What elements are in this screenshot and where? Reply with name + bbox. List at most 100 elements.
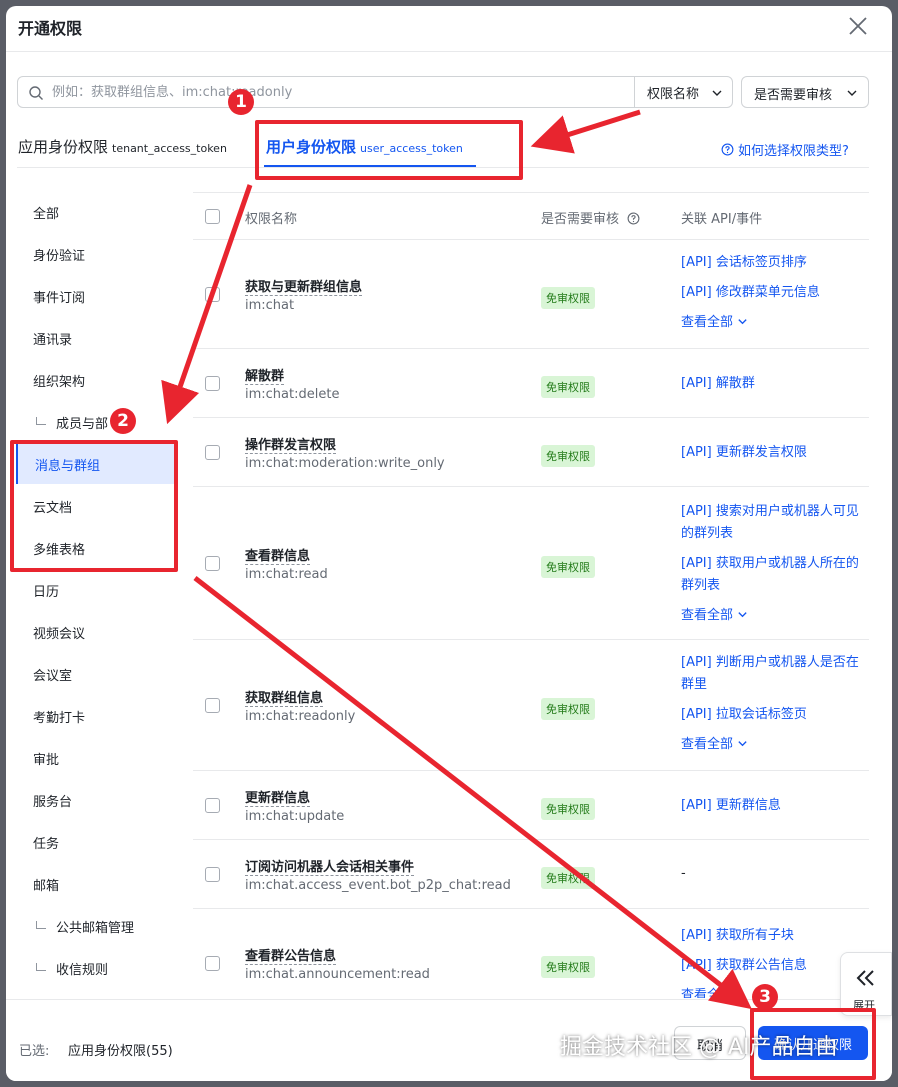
chevron-down-icon bbox=[738, 741, 747, 747]
sidebar-item-events[interactable]: 事件订阅 bbox=[16, 276, 176, 316]
sidebar-item-mail-rules[interactable]: 收信规则 bbox=[16, 948, 176, 988]
api-link[interactable]: [API] 更新群发言权限 bbox=[681, 442, 863, 464]
permission-title-text: 获取与更新群组信息 bbox=[245, 280, 363, 296]
row-checkbox[interactable] bbox=[205, 287, 220, 302]
row-checkbox[interactable] bbox=[205, 956, 220, 971]
chevron-down-icon bbox=[738, 319, 747, 325]
sidebar-item-public-mailbox[interactable]: 公共邮箱管理 bbox=[16, 906, 176, 946]
review-filter-label: 是否需要审核 bbox=[754, 88, 833, 103]
permission-code: im:chat:update bbox=[245, 809, 345, 824]
permission-title-text: 查看群信息 bbox=[245, 549, 311, 565]
permission-dialog: 开通权限 权限名称 是否需要审核 应用身份权限tenant_access_tok… bbox=[6, 6, 892, 1081]
sidebar-item-label: 事件订阅 bbox=[33, 291, 86, 306]
permission-code: im:chat.announcement:read bbox=[245, 967, 430, 982]
view-all-link[interactable]: 查看全部 bbox=[681, 605, 863, 627]
sidebar-item-label: 身份验证 bbox=[33, 249, 86, 264]
api-link[interactable]: [API] 拉取会话标签页 bbox=[681, 704, 863, 726]
api-link[interactable]: [API] 判断用户或机器人是否在群里 bbox=[681, 652, 863, 696]
sidebar-item-all[interactable]: 全部 bbox=[16, 192, 176, 232]
sidebar-item-bitable[interactable]: 多维表格 bbox=[16, 528, 176, 568]
help-icon bbox=[721, 143, 734, 156]
review-free-badge: 免审权限 bbox=[541, 867, 595, 889]
sidebar-item-calendar[interactable]: 日历 bbox=[16, 570, 176, 610]
chevron-down-icon bbox=[847, 90, 857, 96]
api-link[interactable]: [API] 会话标签页排序 bbox=[681, 252, 863, 274]
row-checkbox[interactable] bbox=[205, 867, 220, 882]
permission-title-text: 查看群公告信息 bbox=[245, 949, 337, 965]
sidebar-item-helpdesk[interactable]: 服务台 bbox=[16, 780, 176, 820]
sidebar-item-org[interactable]: 组织架构 bbox=[16, 360, 176, 400]
search-input[interactable] bbox=[52, 77, 632, 107]
tree-branch-icon bbox=[36, 417, 46, 425]
view-all-link[interactable]: 查看全部 bbox=[681, 734, 863, 756]
sidebar-item-label: 会议室 bbox=[33, 669, 73, 684]
annotation-number-2: 2 bbox=[110, 408, 136, 434]
perm-name-filter-label: 权限名称 bbox=[647, 87, 700, 102]
tabs-divider bbox=[17, 167, 869, 168]
review-free-badge: 免审权限 bbox=[541, 445, 595, 467]
sidebar-item-messages[interactable]: 消息与群组 bbox=[16, 444, 176, 484]
table-row: 获取群组信息 im:chat:readonly 免审权限 [API] 判断用户或… bbox=[193, 640, 869, 771]
annotation-number-3: 3 bbox=[752, 984, 778, 1010]
sidebar-item-docs[interactable]: 云文档 bbox=[16, 486, 176, 526]
dialog-header: 开通权限 bbox=[6, 6, 892, 52]
api-link[interactable]: [API] 解散群 bbox=[681, 373, 863, 395]
permission-title: 订阅访问机器人会话相关事件 bbox=[245, 856, 415, 876]
header-review: 是否需要审核 bbox=[541, 208, 640, 227]
review-filter[interactable]: 是否需要审核 bbox=[741, 76, 869, 108]
api-link[interactable]: [API] 获取所有子块 bbox=[681, 925, 863, 947]
table-row: 查看群信息 im:chat:read 免审权限 [API] 搜索对用户或机器人可… bbox=[193, 487, 869, 640]
selected-count[interactable]: 应用身份权限(55) bbox=[68, 1040, 173, 1059]
expand-panel-tab[interactable]: 展开 bbox=[840, 952, 892, 1016]
select-all-checkbox[interactable] bbox=[205, 209, 220, 224]
permission-title-text: 订阅访问机器人会话相关事件 bbox=[245, 860, 415, 876]
view-all-link[interactable]: 查看全部 bbox=[681, 312, 863, 334]
perm-name-filter[interactable]: 权限名称 bbox=[634, 77, 734, 107]
tab-tenant-access[interactable]: 应用身份权限 tenant_access_token bbox=[18, 136, 227, 157]
sidebar-item-tasks[interactable]: 任务 bbox=[16, 822, 176, 862]
api-link[interactable]: [API] 更新群信息 bbox=[681, 795, 863, 817]
row-checkbox[interactable] bbox=[205, 376, 220, 391]
tab-tenant-token: tenant_access_token bbox=[112, 142, 227, 155]
permission-code: im:chat.access_event.bot_p2p_chat:read bbox=[245, 878, 511, 893]
selected-label: 已选: bbox=[19, 1044, 50, 1059]
tree-branch-icon bbox=[36, 963, 46, 971]
row-checkbox[interactable] bbox=[205, 798, 220, 813]
sidebar-item-label: 消息与群组 bbox=[35, 459, 101, 474]
permission-title: 解散群 bbox=[245, 365, 285, 385]
close-icon[interactable] bbox=[846, 14, 870, 38]
info-icon[interactable] bbox=[627, 212, 640, 225]
row-checkbox[interactable] bbox=[205, 698, 220, 713]
sidebar-item-mail[interactable]: 邮箱 bbox=[16, 864, 176, 904]
sidebar-item-attendance[interactable]: 考勤打卡 bbox=[16, 696, 176, 736]
api-link[interactable]: [API] 搜索对用户或机器人可见的群列表 bbox=[681, 501, 863, 545]
permission-type-tabs: 应用身份权限 tenant_access_token 用户身份权限 user_acc… bbox=[6, 110, 892, 168]
row-checkbox[interactable] bbox=[205, 556, 220, 571]
tab-user-label: 用户身份权限 bbox=[266, 138, 357, 156]
header-name: 权限名称 bbox=[245, 212, 298, 227]
api-link[interactable]: [API] 获取群公告信息 bbox=[681, 955, 863, 977]
tab-user-access[interactable]: 用户身份权限 user_access_token bbox=[266, 136, 463, 157]
sidebar-item-approval[interactable]: 审批 bbox=[16, 738, 176, 778]
sidebar-item-auth[interactable]: 身份验证 bbox=[16, 234, 176, 274]
sidebar-item-label: 审批 bbox=[33, 753, 60, 768]
api-link[interactable]: [API] 获取用户或机器人所在的群列表 bbox=[681, 553, 863, 597]
sidebar-item-rooms[interactable]: 会议室 bbox=[16, 654, 176, 694]
sidebar-item-label: 全部 bbox=[33, 207, 60, 222]
sidebar-item-label: 多维表格 bbox=[33, 543, 86, 558]
sidebar-item-label: 云文档 bbox=[33, 501, 73, 516]
tab-user-token: user_access_token bbox=[360, 142, 463, 155]
row-checkbox[interactable] bbox=[205, 445, 220, 460]
sidebar-item-video[interactable]: 视频会议 bbox=[16, 612, 176, 652]
permission-title: 操作群发言权限 bbox=[245, 434, 337, 454]
review-free-badge: 免审权限 bbox=[541, 376, 595, 398]
api-link[interactable]: [API] 修改群菜单元信息 bbox=[681, 282, 863, 304]
sidebar-item-contacts[interactable]: 通讯录 bbox=[16, 318, 176, 358]
permission-title-text: 解散群 bbox=[245, 369, 285, 385]
sidebar-item-members[interactable]: 成员与部 bbox=[16, 402, 176, 442]
annotation-number-1: 1 bbox=[228, 89, 254, 115]
search-box: 权限名称 bbox=[17, 76, 733, 108]
permission-code: im:chat:read bbox=[245, 567, 328, 582]
help-link[interactable]: 如何选择权限类型? bbox=[721, 140, 849, 159]
review-free-badge: 免审权限 bbox=[541, 956, 595, 978]
